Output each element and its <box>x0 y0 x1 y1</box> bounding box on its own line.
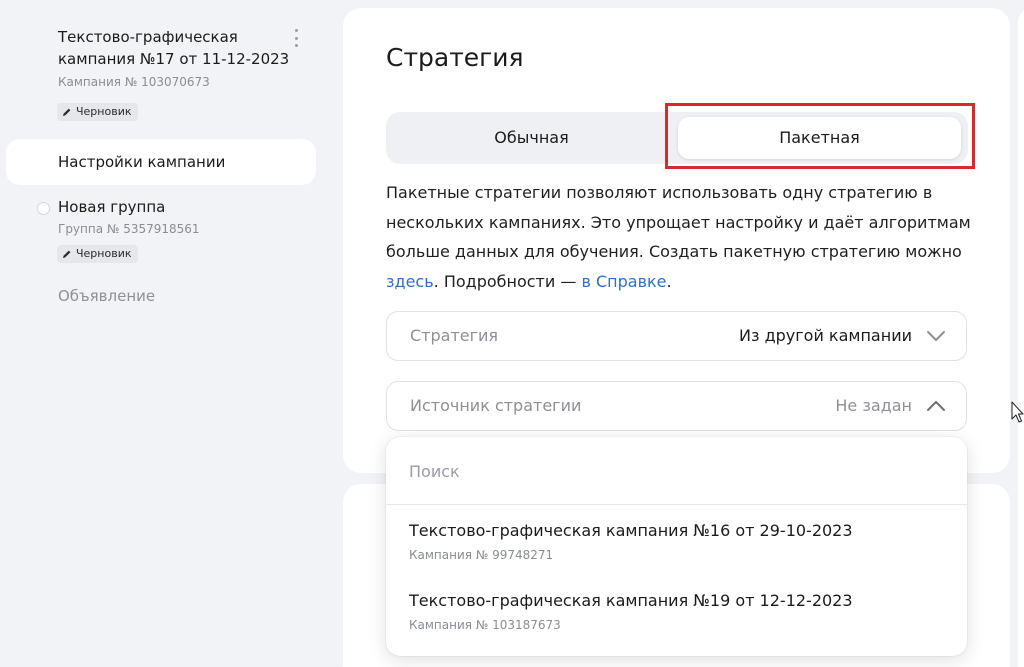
tab-regular[interactable]: Обычная <box>386 112 677 164</box>
option-subtitle: Кампания № 99748271 <box>409 548 554 562</box>
pencil-icon <box>63 108 71 116</box>
more-vertical-icon[interactable] <box>290 28 302 48</box>
strategy-description: Пакетные стратегии позволяют использоват… <box>386 183 971 291</box>
campaign-status-label: Черновик <box>76 105 132 118</box>
group-number: Группа № 5357918561 <box>58 222 200 236</box>
strategy-select-value: Из другой кампании <box>739 326 912 345</box>
sidebar-item-new-group[interactable]: Новая группа <box>58 198 165 216</box>
campaign-number: Кампания № 103070673 <box>58 75 210 89</box>
strategy-type-switch: Обычная Пакетная <box>386 112 968 164</box>
search-input[interactable] <box>409 459 929 483</box>
group-select-radio[interactable] <box>37 202 50 215</box>
sidebar-item-ad[interactable]: Объявление <box>58 287 155 305</box>
strategy-source-value: Не задан <box>835 396 912 415</box>
mouse-cursor-icon <box>1011 401 1024 423</box>
strategy-source-select[interactable]: Источник стратегии Не задан <box>386 381 967 431</box>
campaign-status-badge: Черновик <box>57 103 138 121</box>
chevron-up-icon <box>927 401 945 411</box>
option-subtitle: Кампания № 103187673 <box>409 618 561 632</box>
tab-package[interactable]: Пакетная <box>678 117 961 159</box>
group-status-badge: Черновик <box>57 245 138 263</box>
section-title: Стратегия <box>386 43 524 72</box>
help-link[interactable]: в Справке <box>581 272 666 291</box>
campaign-title[interactable]: Текстово-графическая кампания №17 от 11-… <box>58 26 298 70</box>
pencil-icon <box>63 250 71 258</box>
dropdown-option[interactable]: Текстово-графическая кампания №16 от 29-… <box>386 521 967 585</box>
group-status-label: Черновик <box>76 247 132 260</box>
create-strategy-link[interactable]: здесь <box>386 272 434 291</box>
strategy-source-dropdown: Текстово-графическая кампания №16 от 29-… <box>386 437 967 656</box>
chevron-down-icon <box>927 331 945 341</box>
strategy-source-label: Источник стратегии <box>410 396 582 415</box>
option-title: Текстово-графическая кампания №16 от 29-… <box>409 521 853 540</box>
right-panel-edge-lower <box>1018 484 1024 667</box>
sidebar-item-campaign-settings[interactable]: Настройки кампании <box>6 139 316 185</box>
dropdown-search <box>386 437 967 505</box>
sidebar: Текстово-графическая кампания №17 от 11-… <box>0 0 330 667</box>
option-title: Текстово-графическая кампания №19 от 12-… <box>409 591 853 610</box>
strategy-select[interactable]: Стратегия Из другой кампании <box>386 311 967 361</box>
strategy-select-label: Стратегия <box>410 326 499 345</box>
right-panel-edge <box>1018 8 1024 508</box>
dropdown-option[interactable]: Текстово-графическая кампания №19 от 12-… <box>386 591 967 655</box>
